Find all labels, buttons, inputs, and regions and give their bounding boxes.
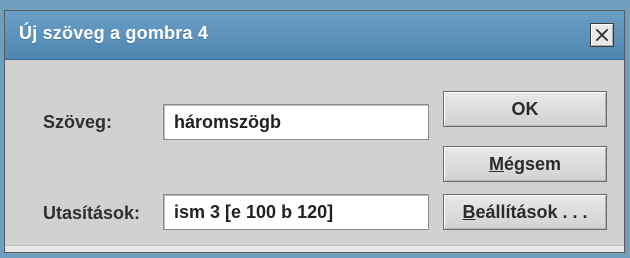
commands-field[interactable]: ism 3 [e 100 b 120]	[163, 194, 429, 230]
cancel-label-rest: égsem	[503, 153, 562, 174]
ok-button[interactable]: OK	[443, 91, 607, 127]
dialog-window: Új szöveg a gombra 4 Szöveg: háromszögb …	[4, 10, 625, 253]
text-field[interactable]: háromszögb	[163, 104, 429, 140]
settings-button-label: Beállítások . . .	[462, 202, 587, 223]
cancel-mnemonic: M	[488, 153, 504, 174]
commands-field-value: ism 3 [e 100 b 120]	[174, 201, 334, 222]
close-icon	[595, 28, 609, 42]
text-field-value: háromszögb	[174, 111, 282, 132]
settings-button[interactable]: Beállítások . . .	[443, 194, 607, 230]
ok-button-label: OK	[511, 98, 539, 119]
close-button[interactable]	[590, 23, 614, 47]
commands-label: Utasítások:	[43, 203, 141, 223]
settings-label-rest: eállítások . . .	[475, 201, 588, 222]
bottom-strip	[5, 245, 624, 252]
cancel-button-label: Mégsem	[489, 154, 561, 175]
window-title: Új szöveg a gombra 4	[19, 23, 209, 43]
text-label: Szöveg:	[43, 112, 113, 132]
title-bar: Új szöveg a gombra 4	[5, 11, 624, 60]
cancel-button[interactable]: Mégsem	[443, 146, 607, 182]
dialog-content: Szöveg: háromszögb Utasítások: ism 3 [e …	[5, 60, 624, 252]
settings-mnemonic: B	[462, 201, 476, 222]
